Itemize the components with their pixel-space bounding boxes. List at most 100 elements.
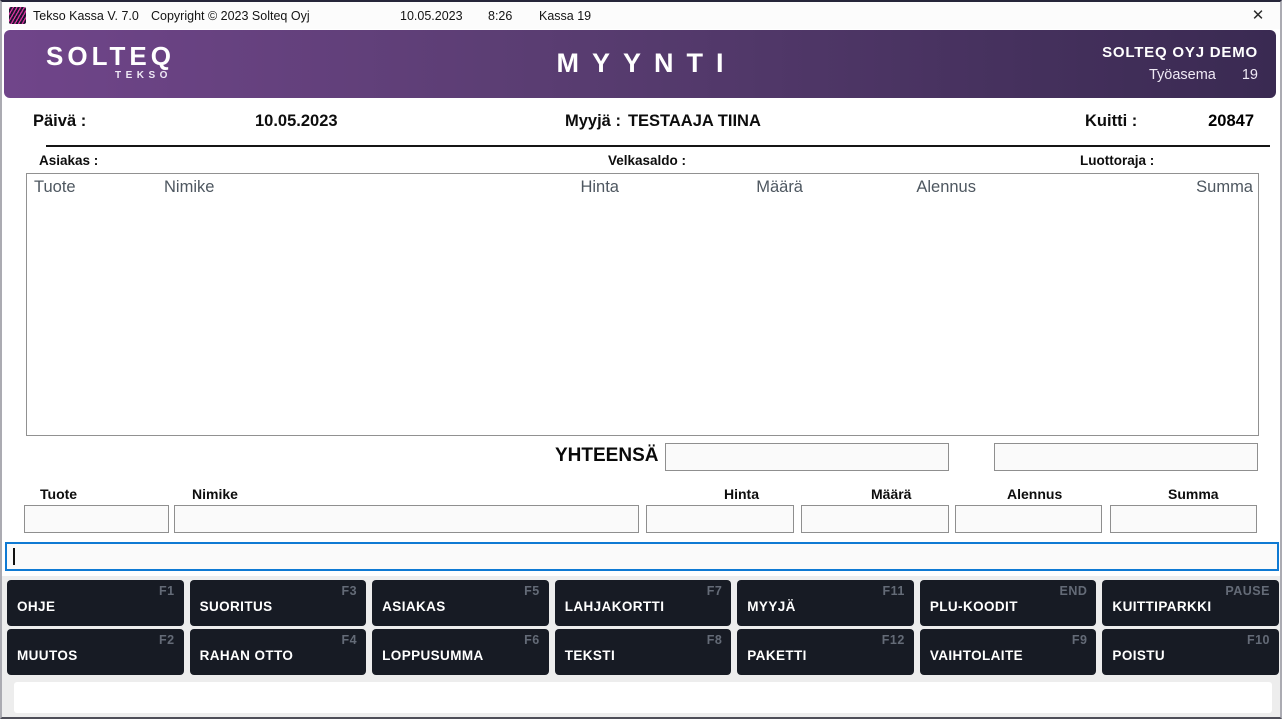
myyja-button[interactable]: F11 MYYJÄ — [737, 580, 914, 626]
suoritus-button[interactable]: F3 SUORITUS — [189, 580, 367, 626]
screen-title: MYYNTI — [556, 48, 737, 78]
grid-header-alennus: Alennus — [916, 178, 976, 196]
titlebar: Tekso Kassa V. 7.0 Copyright © 2023 Solt… — [2, 2, 1280, 29]
muutos-key-hint: F2 — [158, 633, 175, 647]
entry-label-maara: Määrä — [871, 486, 912, 502]
seller-label: Myyjä : — [565, 112, 621, 130]
rahan-otto-button[interactable]: F4 RAHAN OTTO — [189, 629, 367, 675]
kuittiparkki-key-hint: PAUSE — [1225, 584, 1270, 598]
workstation-number: 19 — [1241, 67, 1258, 83]
suoritus-key-hint: F3 — [341, 584, 358, 598]
grid-header-maara: Määrä — [756, 178, 803, 196]
workstation-label: Työasema — [1148, 67, 1216, 83]
plu-koodit-label: PLU-KOODIT — [929, 599, 1018, 614]
customer-label: Asiakas : — [39, 153, 99, 168]
seller-value: TESTAAJA TIINA — [627, 112, 761, 130]
poistu-button[interactable]: F10 POISTU — [1102, 629, 1279, 675]
header-divider — [46, 145, 1270, 147]
alennus-input[interactable] — [955, 505, 1102, 533]
solteq-waves-icon — [9, 7, 26, 24]
muutos-label: MUUTOS — [17, 648, 78, 663]
lahjakortti-key-hint: F7 — [706, 584, 723, 598]
grid-header-summa: Summa — [1196, 178, 1253, 196]
logo-primary-text: SOLTEQ — [46, 41, 175, 71]
muutos-button[interactable]: F2 MUUTOS — [7, 629, 184, 675]
entry-label-alennus: Alennus — [1007, 486, 1063, 502]
asiakas-label: ASIAKAS — [382, 599, 446, 614]
teksti-button[interactable]: F8 TEKSTI — [554, 629, 732, 675]
grid-header-hinta: Hinta — [580, 178, 619, 196]
total-label: YHTEENSÄ — [555, 445, 659, 466]
paketti-key-hint: F12 — [881, 633, 905, 647]
rahan-otto-label: RAHAN OTTO — [199, 648, 294, 663]
grid-header-tuote: Tuote — [34, 178, 76, 196]
lahjakortti-button[interactable]: F7 LAHJAKORTTI — [554, 580, 732, 626]
total-value-field — [665, 443, 949, 471]
suoritus-label: SUORITUS — [199, 599, 273, 614]
ohje-key-hint: F1 — [158, 584, 175, 598]
titlebar-date: 10.05.2023 — [400, 8, 463, 23]
teksti-label: TEKSTI — [564, 648, 616, 663]
text-caret — [13, 548, 15, 565]
teksti-key-hint: F8 — [706, 633, 723, 647]
company-name: SOLTEQ OYJ DEMO — [1102, 44, 1258, 61]
receipt-number: 20847 — [1208, 112, 1254, 130]
sales-grid[interactable]: Tuote Nimike Hinta Määrä Alennus Summa — [26, 173, 1259, 436]
kuittiparkki-label: KUITTIPARKKI — [1112, 599, 1212, 614]
entry-label-hinta: Hinta — [724, 486, 759, 502]
tuote-input[interactable] — [24, 505, 169, 533]
entry-label-tuote: Tuote — [40, 486, 78, 502]
command-input[interactable] — [5, 542, 1279, 571]
copyright-text: Copyright © 2023 Solteq Oyj — [151, 8, 310, 23]
titlebar-time: 8:26 — [488, 8, 513, 23]
seller-line: Myyjä : TESTAAJA TIINA — [565, 112, 761, 131]
poistu-label: POISTU — [1112, 648, 1166, 663]
close-icon[interactable]: ✕ — [1247, 6, 1269, 26]
logo-secondary-text: TEKSO — [115, 70, 172, 81]
paketti-label: PAKETTI — [747, 648, 807, 663]
vaihtolaite-key-hint: F9 — [1071, 633, 1088, 647]
entry-label-nimike: Nimike — [192, 486, 238, 502]
window-title: Tekso Kassa V. 7.0 — [33, 8, 139, 23]
ohje-label: OHJE — [17, 599, 56, 614]
header-right-block: SOLTEQ OYJ DEMO Työasema 19 — [1102, 44, 1258, 83]
lahjakortti-label: LAHJAKORTTI — [564, 599, 665, 614]
poistu-key-hint: F10 — [1246, 633, 1270, 647]
grid-header-nimike: Nimike — [164, 178, 215, 196]
myyja-key-hint: F11 — [882, 584, 905, 598]
vaihtolaite-button[interactable]: F9 VAIHTOLAITE — [919, 629, 1097, 675]
grid-rows-empty — [27, 202, 1258, 435]
loppusumma-button[interactable]: F6 LOPPUSUMMA — [372, 629, 549, 675]
bottom-status-bar — [14, 682, 1272, 713]
ohje-button[interactable]: F1 OHJE — [7, 580, 184, 626]
function-key-row-2: F2 MUUTOS F4 RAHAN OTTO F6 LOPPUSUMMA F8… — [7, 629, 1279, 675]
receipt-label: Kuitti : — [1085, 112, 1138, 130]
kuittiparkki-button[interactable]: PAUSE KUITTIPARKKI — [1102, 580, 1279, 626]
entry-label-summa: Summa — [1168, 486, 1219, 502]
asiakas-button[interactable]: F5 ASIAKAS — [372, 580, 549, 626]
app-window: Tekso Kassa V. 7.0 Copyright © 2023 Solt… — [0, 0, 1282, 719]
paketti-button[interactable]: F12 PAKETTI — [737, 629, 914, 675]
loppusumma-key-hint: F6 — [524, 633, 540, 647]
date-label: Päivä : — [33, 112, 87, 130]
hinta-input[interactable] — [646, 505, 794, 533]
maara-input[interactable] — [801, 505, 949, 533]
vaihtolaite-label: VAIHTOLAITE — [929, 648, 1023, 663]
total-secondary-field — [994, 443, 1258, 471]
function-key-row-1: F1 OHJE F3 SUORITUS F5 ASIAKAS F7 LAHJAK… — [7, 580, 1279, 626]
plu-koodit-key-hint: END — [1059, 584, 1088, 598]
loppusumma-label: LOPPUSUMMA — [382, 648, 484, 663]
nimike-input[interactable] — [174, 505, 639, 533]
myyja-label: MYYJÄ — [747, 599, 796, 614]
rahan-otto-key-hint: F4 — [341, 633, 358, 647]
page-header: SOLTEQ TEKSO MYYNTI SOLTEQ OYJ DEMO Työa… — [4, 30, 1276, 98]
titlebar-register: Kassa 19 — [539, 8, 592, 23]
solteq-logo: SOLTEQ TEKSO — [46, 42, 175, 81]
summa-input[interactable] — [1110, 505, 1257, 533]
workstation-line: Työasema 19 — [1102, 67, 1258, 83]
debt-label: Velkasaldo : — [608, 153, 687, 168]
asiakas-key-hint: F5 — [524, 584, 540, 598]
plu-koodit-button[interactable]: END PLU-KOODIT — [919, 580, 1097, 626]
date-value: 10.05.2023 — [255, 112, 338, 130]
credit-label: Luottoraja : — [1080, 153, 1155, 168]
